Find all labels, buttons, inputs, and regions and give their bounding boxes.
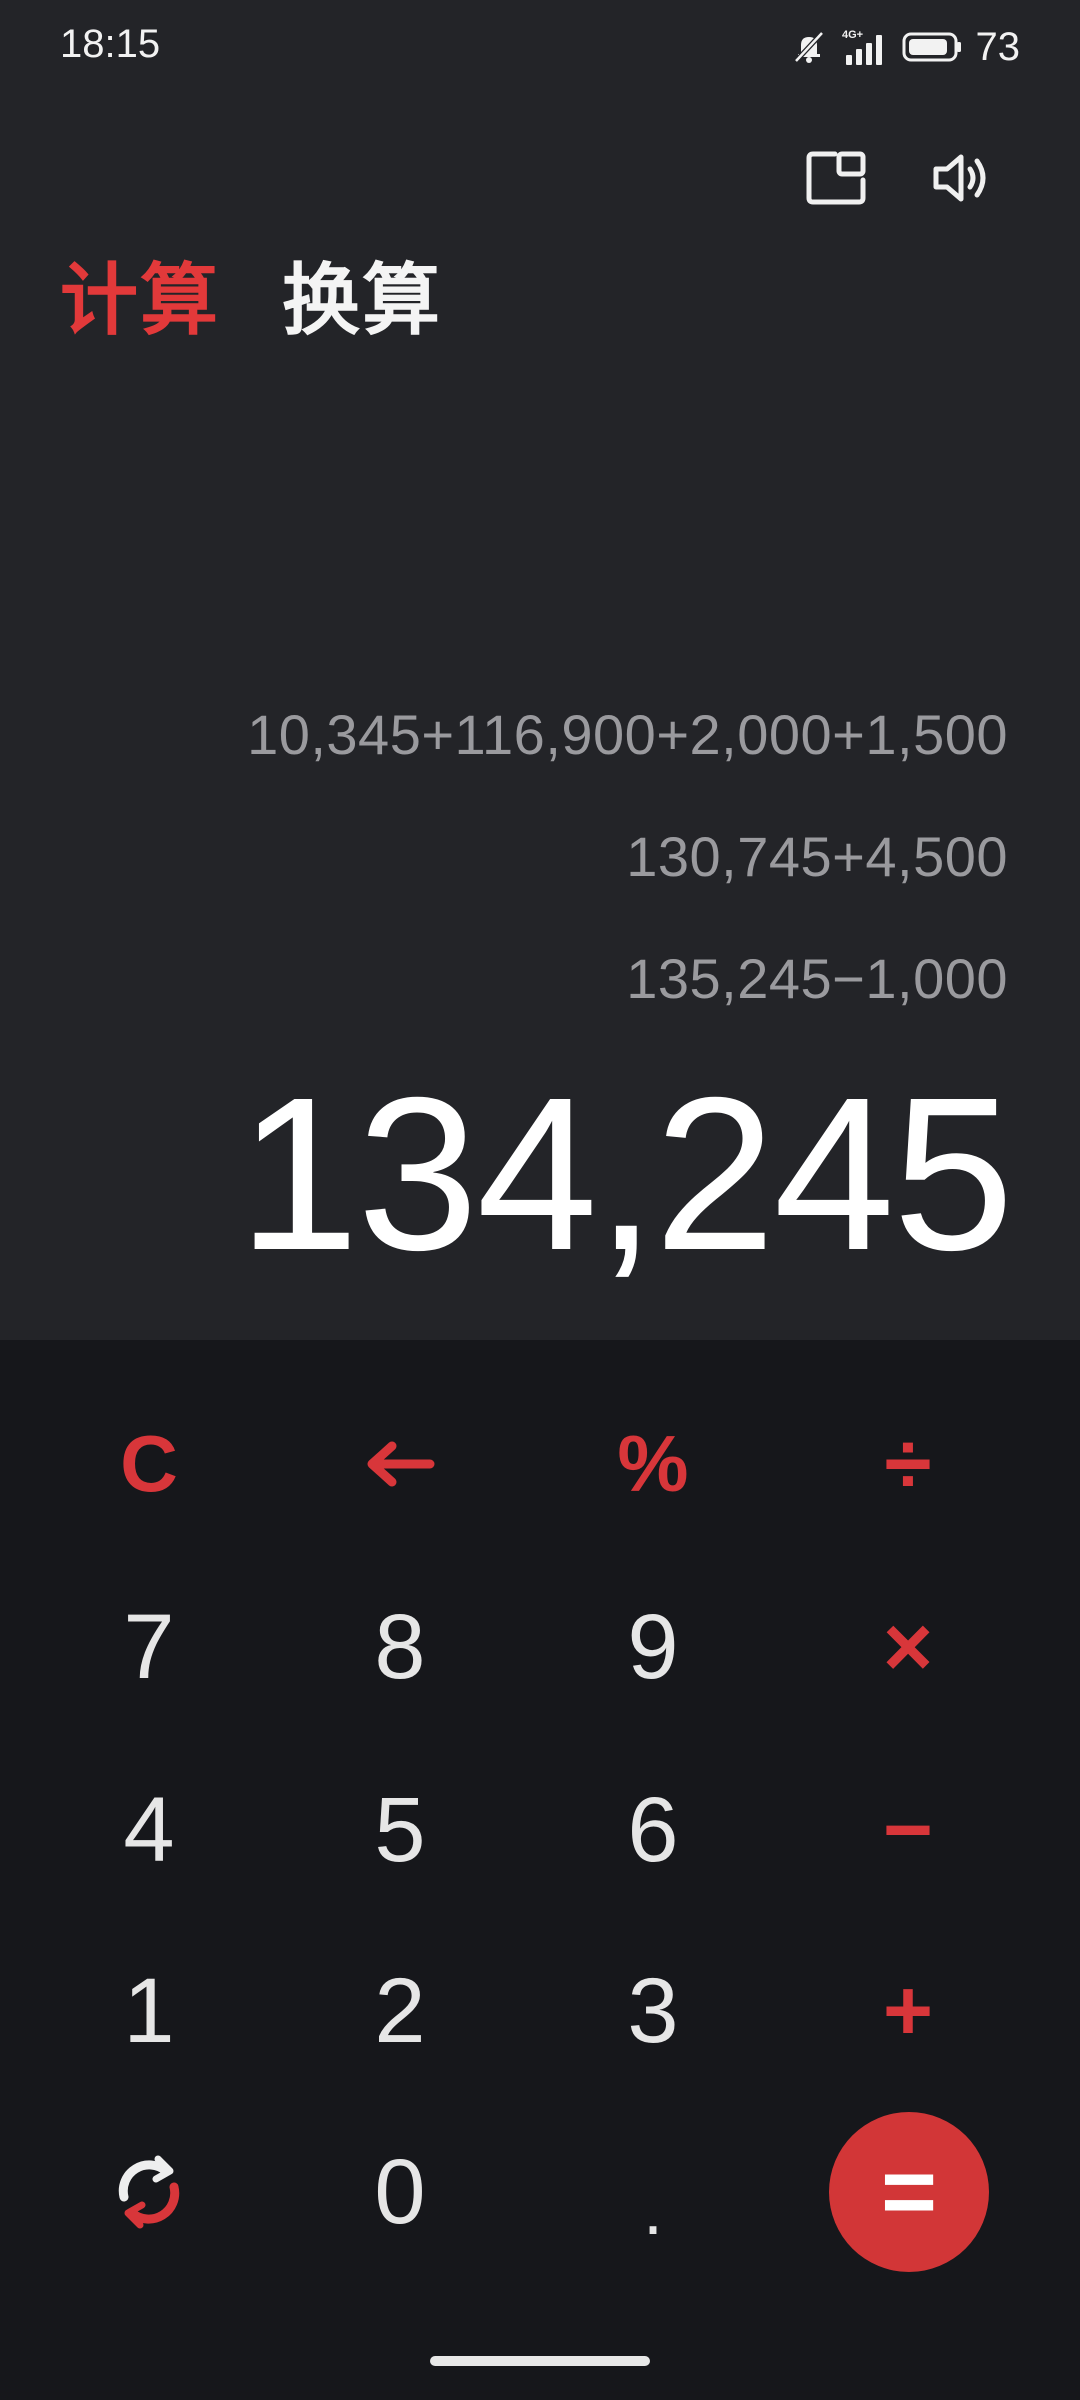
home-indicator[interactable] (430, 2356, 650, 2366)
toolbar (680, 140, 1080, 220)
digit-9-button[interactable]: 9 (553, 1567, 753, 1727)
backspace-arrow-icon (367, 1441, 435, 1487)
signal-icon: 4G+ (842, 29, 882, 65)
add-button[interactable]: + (808, 1931, 1008, 2091)
status-bar: 18:15 4G+ 73 (0, 0, 1080, 96)
rotate-icon (118, 2155, 180, 2229)
divide-button[interactable]: ÷ (808, 1384, 1008, 1544)
digit-1-button[interactable]: 1 (49, 1931, 249, 2091)
digit-0-button[interactable]: 0 (300, 2112, 500, 2272)
digit-5-button[interactable]: 5 (300, 1750, 500, 1910)
digit-2-button[interactable]: 2 (300, 1931, 500, 2091)
digit-3-button[interactable]: 3 (553, 1931, 753, 2091)
digit-7-button[interactable]: 7 (49, 1567, 249, 1727)
decimal-point-button[interactable]: . (553, 2130, 753, 2290)
digit-6-button[interactable]: 6 (553, 1750, 753, 1910)
mode-tabs: 计算 换算 (60, 238, 442, 350)
digit-4-button[interactable]: 4 (49, 1750, 249, 1910)
battery-icon (902, 32, 961, 62)
history-line[interactable]: 10,345+116,900+2,000+1,500 (48, 690, 1008, 812)
status-time: 18:15 (60, 22, 161, 66)
network-type: 4G+ (842, 29, 863, 41)
speaker-icon[interactable] (930, 150, 994, 206)
tab-convert[interactable]: 换算 (282, 238, 442, 350)
history-line[interactable]: 130,745+4,500 (48, 812, 1008, 934)
calculation-history: 10,345+116,900+2,000+1,500 130,745+4,500… (48, 690, 1008, 1056)
picture-in-picture-icon[interactable] (805, 150, 867, 206)
multiply-button[interactable]: × (808, 1567, 1008, 1727)
clear-button[interactable]: C (49, 1384, 249, 1544)
muted-bell-icon (793, 31, 824, 63)
status-icons: 4G+ 73 (792, 22, 1021, 72)
display-area: 18:15 4G+ 73 计算 换算 10,345+116,900+2,000+… (0, 0, 1080, 1340)
equals-button[interactable]: = (829, 2112, 989, 2272)
digit-8-button[interactable]: 8 (300, 1567, 500, 1727)
subtract-button[interactable]: − (808, 1750, 1008, 1910)
rotate-button[interactable] (49, 2112, 249, 2272)
result-display: 134,245 (237, 1053, 1014, 1296)
battery-level: 73 (975, 24, 1021, 69)
backspace-button[interactable] (300, 1384, 500, 1544)
history-line[interactable]: 135,245−1,000 (48, 934, 1008, 1056)
percent-button[interactable]: % (553, 1384, 753, 1544)
tab-calculate[interactable]: 计算 (60, 238, 220, 350)
